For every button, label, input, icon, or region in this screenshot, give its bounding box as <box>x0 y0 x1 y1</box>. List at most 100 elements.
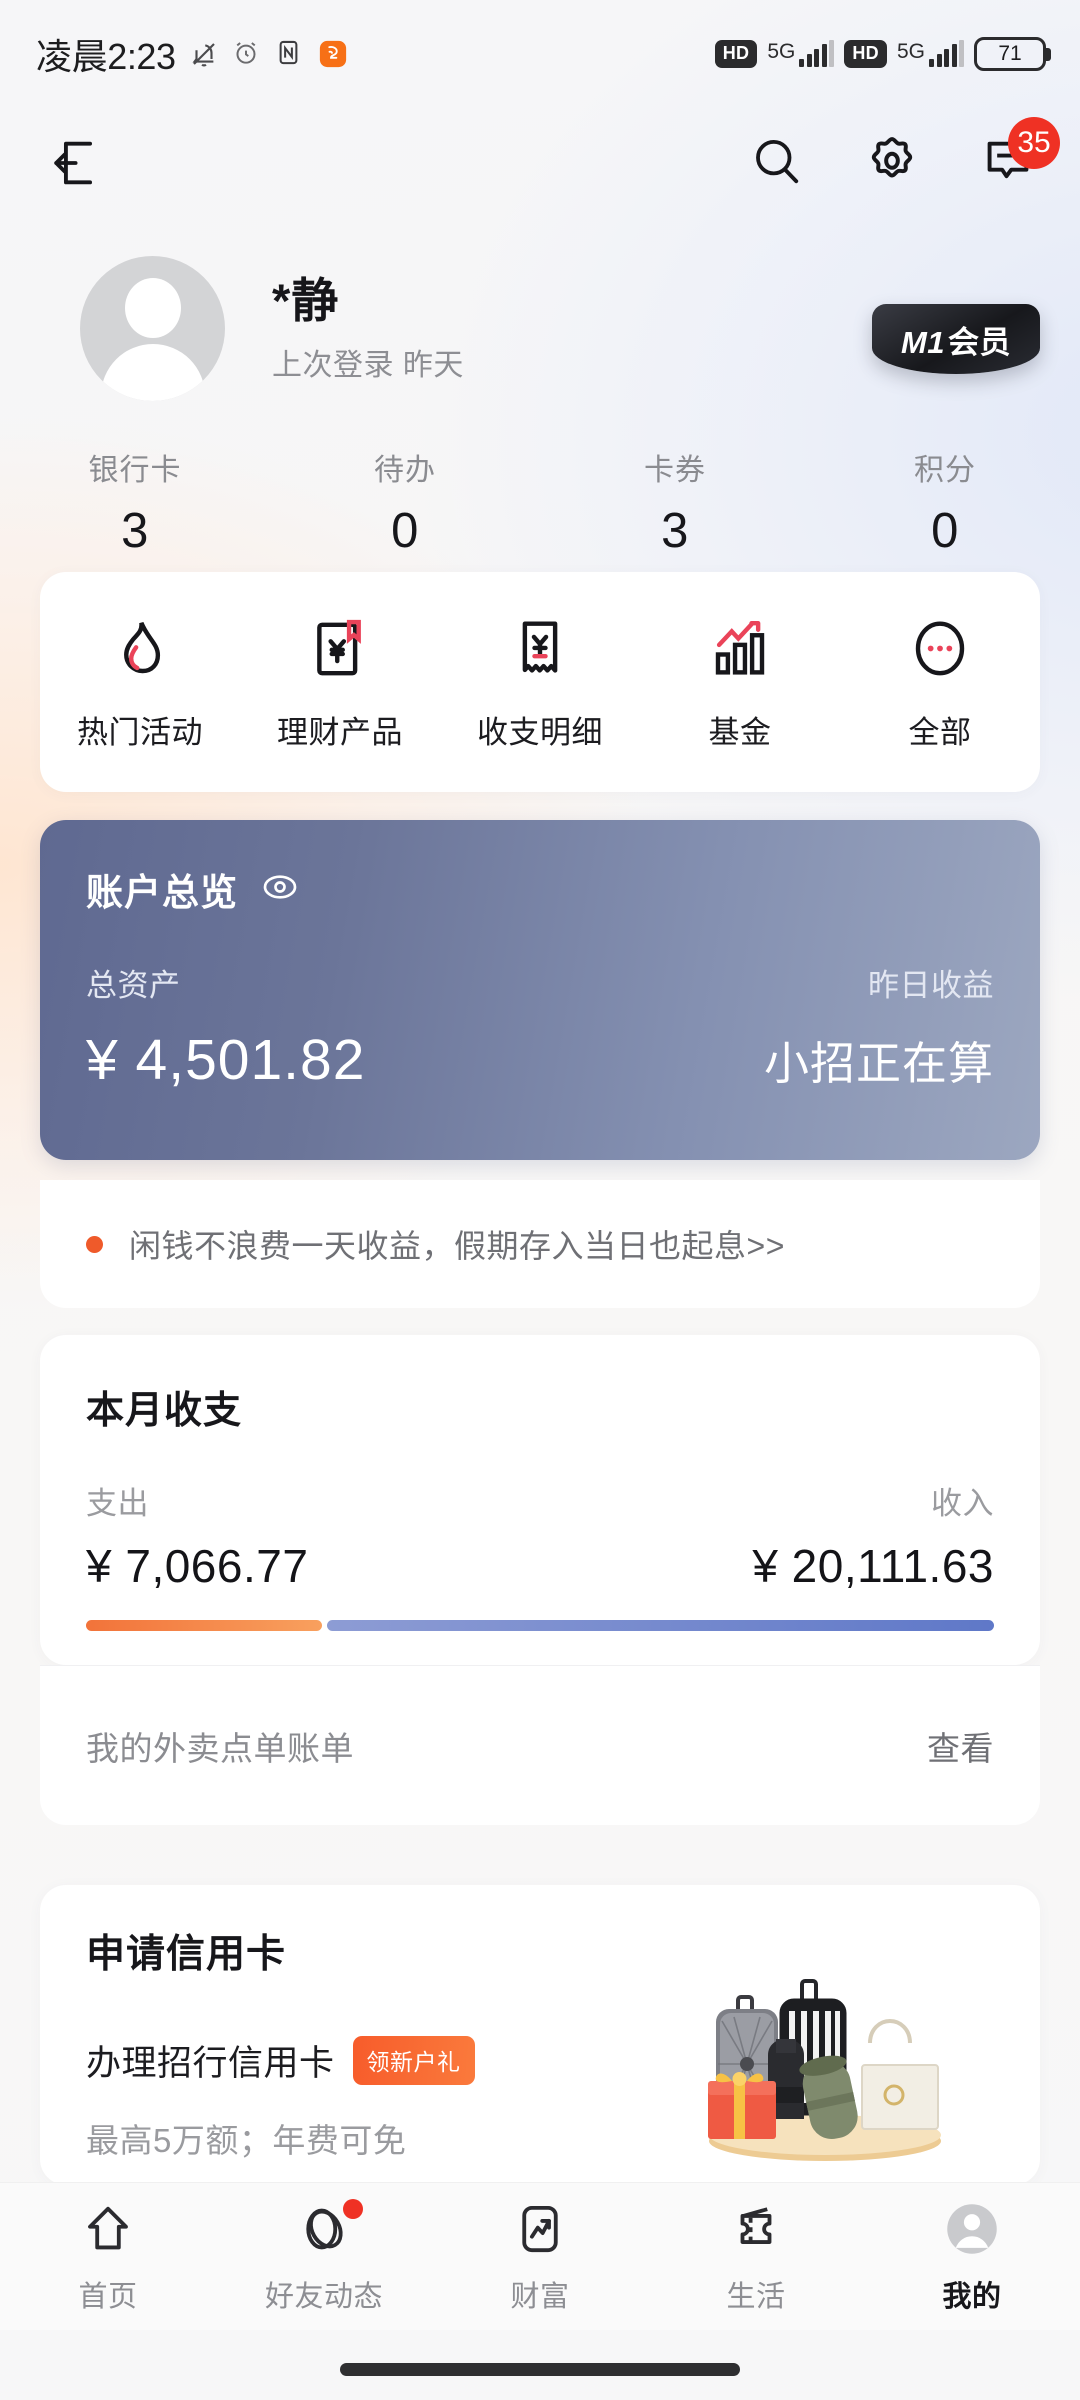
tip-dot-icon <box>86 1235 103 1253</box>
alarm-icon <box>232 39 262 69</box>
monthly-values: ¥ 7,066.77 ¥ 20,111.63 <box>86 1539 994 1593</box>
back-button[interactable] <box>48 133 108 193</box>
quick-action-hot[interactable]: 热门活动 <box>40 613 240 752</box>
avatar-head <box>124 278 181 338</box>
stat-label: 待办 <box>374 454 436 487</box>
network-gen-1: 5G <box>767 40 796 63</box>
quick-actions-card: 热门活动 理财产品 收支明细 基金 全部 <box>40 572 1040 792</box>
more-dots-icon <box>907 613 973 685</box>
app-screen: 凌晨2:23 HD 5G HD 5G 71 35 *静 上次登录 昨天 M1会员… <box>0 0 1080 2400</box>
hd-chip-2: HD <box>844 40 887 68</box>
income-label: 收入 <box>931 1486 994 1521</box>
settings-button[interactable] <box>862 133 922 193</box>
friends-activity-icon <box>297 2197 363 2261</box>
profile-avatar-icon <box>945 2197 999 2261</box>
new-user-gift-badge[interactable]: 领新户礼 <box>352 2036 475 2085</box>
member-badge-text: M1会员 <box>901 317 1011 362</box>
eye-icon[interactable] <box>260 867 300 912</box>
tab-home[interactable]: 首页 <box>0 2197 216 2315</box>
messages-button[interactable]: 35 <box>978 117 1060 193</box>
yesterday-earnings-value: 小招正在算 <box>763 1038 994 1089</box>
income-value: ¥ 20,111.63 <box>752 1540 994 1592</box>
credit-card-subtitle: 办理招行信用卡 <box>86 2044 335 2083</box>
tab-label: 我的 <box>942 2281 1002 2313</box>
total-assets-label: 总资产 <box>86 968 181 1003</box>
profile-section: *静 上次登录 昨天 M1会员 <box>0 250 1080 430</box>
stat-item-bankcard[interactable]: 银行卡 3 <box>0 445 270 559</box>
account-overview-card[interactable]: 账户总览 总资产 昨日收益 ¥ 4,501.82 小招正在算 <box>40 820 1040 1160</box>
income-bar-segment <box>327 1620 994 1631</box>
quick-action-label: 全部 <box>908 714 972 750</box>
quick-action-transactions[interactable]: 收支明细 <box>440 613 640 752</box>
signal-bars-1 <box>799 40 835 67</box>
header-actions: 35 <box>746 117 1060 193</box>
stat-label: 银行卡 <box>88 454 182 487</box>
expense-bar-segment <box>86 1620 323 1631</box>
avatar[interactable] <box>80 256 225 401</box>
quick-action-all[interactable]: 全部 <box>840 613 1040 752</box>
home-indicator <box>340 2363 740 2376</box>
bar-chart-trend-icon <box>707 613 773 685</box>
yesterday-earnings-label: 昨日收益 <box>868 968 994 1003</box>
avatar-body <box>100 344 205 401</box>
stat-item-points[interactable]: 积分 0 <box>810 445 1080 559</box>
status-bar-right: HD 5G HD 5G 71 <box>714 37 1051 71</box>
quick-action-wealth-product[interactable]: 理财产品 <box>240 613 440 752</box>
stat-label: 卡券 <box>644 454 706 487</box>
takeout-bill-row[interactable]: 我的外卖点单账单 查看 <box>40 1665 1040 1825</box>
signal-group-2: 5G <box>897 40 964 67</box>
search-button[interactable] <box>746 133 806 193</box>
credit-card-apply-card[interactable]: 申请信用卡 办理招行信用卡 领新户礼 最高5万额；年费可免 <box>40 1885 1040 2185</box>
nfc-icon <box>275 39 305 69</box>
tab-life[interactable]: 生活 <box>648 2197 864 2315</box>
message-badge: 35 <box>1008 117 1060 169</box>
status-bar-left: 凌晨2:23 <box>36 28 348 80</box>
tab-label: 首页 <box>78 2281 138 2313</box>
expense-label: 支出 <box>86 1486 149 1521</box>
account-overview-title: 账户总览 <box>86 872 238 913</box>
search-icon <box>749 134 803 193</box>
stat-item-todo[interactable]: 待办 0 <box>270 445 540 559</box>
stat-value: 3 <box>661 504 689 558</box>
home-arrow-icon <box>81 2197 135 2261</box>
stat-value: 3 <box>121 504 149 558</box>
tab-label: 生活 <box>726 2281 786 2313</box>
profile-last-login: 上次登录 昨天 <box>272 349 464 382</box>
account-overview-values: ¥ 4,501.82 小招正在算 <box>86 1027 994 1093</box>
total-assets-value: ¥ 4,501.82 <box>86 1028 366 1092</box>
quick-action-label: 基金 <box>708 714 772 750</box>
life-ticket-icon <box>729 2197 783 2261</box>
tab-label: 财富 <box>510 2281 570 2313</box>
expense-value: ¥ 7,066.77 <box>86 1540 309 1592</box>
monthly-summary-card: 本月收支 支出 收入 ¥ 7,066.77 ¥ 20,111.63 <box>40 1335 1040 1665</box>
friends-activity-dot <box>343 2199 363 2219</box>
monthly-title: 本月收支 <box>86 1390 243 1432</box>
battery-percent: 71 <box>998 42 1022 65</box>
expense-income-bar <box>86 1620 994 1631</box>
status-time: 凌晨2:23 <box>36 36 176 77</box>
app-squirrel-icon <box>318 39 348 69</box>
member-level: M1 <box>900 324 946 360</box>
profile-name: *静 <box>272 274 340 327</box>
receipt-icon <box>507 613 573 685</box>
member-badge[interactable]: M1会员 <box>872 304 1040 374</box>
tab-profile[interactable]: 我的 <box>864 2197 1080 2315</box>
tab-wealth[interactable]: 财富 <box>432 2197 648 2315</box>
status-bar: 凌晨2:23 HD 5G HD 5G 71 <box>0 0 1080 108</box>
account-overview-labels: 总资产 昨日收益 <box>86 960 994 1005</box>
tip-banner[interactable]: 闲钱不浪费一天收益，假期存入当日也起息>> <box>40 1180 1040 1308</box>
quick-action-label: 热门活动 <box>77 714 203 750</box>
stat-value: 0 <box>931 504 959 558</box>
quick-action-fund[interactable]: 基金 <box>640 613 840 752</box>
stat-item-coupon[interactable]: 卡券 3 <box>540 445 810 559</box>
tab-label: 好友动态 <box>264 2281 383 2313</box>
tab-friends-activity[interactable]: 好友动态 <box>216 2197 432 2315</box>
gear-icon <box>864 133 920 194</box>
signal-bars-2 <box>929 40 964 67</box>
quick-action-label: 理财产品 <box>277 714 403 750</box>
quick-action-label: 收支明细 <box>477 714 603 750</box>
takeout-bill-view-link[interactable]: 查看 <box>927 1722 994 1770</box>
bell-muted-icon <box>189 39 219 69</box>
bottom-tab-bar: 首页 好友动态 财富 生活 我的 <box>0 2182 1080 2330</box>
account-overview-header: 账户总览 <box>86 862 994 916</box>
